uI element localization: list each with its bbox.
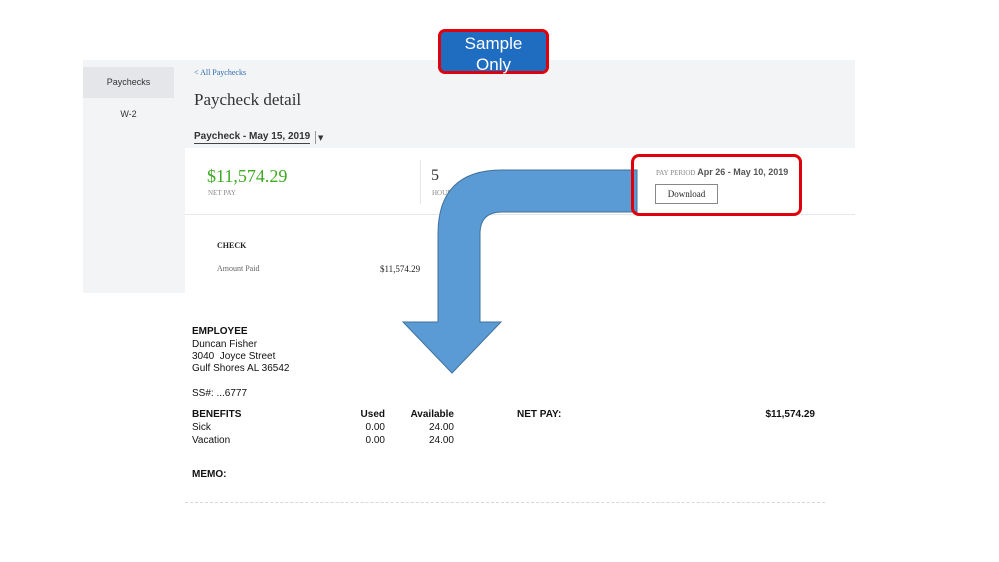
sample-only-badge: Sample Only	[438, 29, 549, 74]
amount-paid-label: Amount Paid	[217, 264, 260, 273]
benefit-available: 24.00	[428, 435, 454, 446]
check-heading: CHECK	[217, 241, 247, 250]
net-pay-label: NET PAY	[208, 189, 236, 197]
badge-line-1: Sample	[464, 34, 523, 53]
ssn: SS#: ...6777	[192, 388, 248, 399]
highlight-box	[631, 154, 802, 216]
summary-divider	[420, 160, 421, 204]
employee-heading: EMPLOYEE	[192, 326, 248, 337]
net-pay-amount: $11,574.29	[207, 166, 288, 186]
sidebar: Paychecks W-2	[83, 60, 185, 293]
page-title: Paycheck detail	[194, 90, 302, 109]
benefit-available: 24.00	[428, 422, 454, 433]
all-paychecks-link[interactable]: < All Paychecks	[194, 68, 246, 77]
paycheck-select[interactable]: Paycheck - May 15, 2019	[194, 131, 311, 144]
select-divider	[315, 131, 316, 144]
amount-paid-value: $11,574.29	[380, 264, 421, 274]
benefit-used: 0.00	[365, 422, 385, 433]
sidebar-item-w2[interactable]: W-2	[83, 105, 174, 123]
used-column-heading: Used	[360, 409, 385, 420]
benefits-heading: BENEFITS	[192, 409, 242, 420]
chevron-down-icon[interactable]: ▼	[318, 131, 323, 145]
employee-name: Duncan Fisher	[192, 339, 258, 350]
available-column-heading: Available	[410, 409, 454, 420]
benefit-name: Vacation	[192, 435, 231, 446]
badge-line-2: Only	[476, 55, 511, 74]
sidebar-item-paychecks[interactable]: Paychecks	[83, 67, 174, 98]
stub-net-pay-label: NET PAY:	[517, 409, 562, 420]
stub-net-pay-value: $11,574.29	[765, 409, 816, 420]
stub-divider	[185, 502, 825, 503]
memo-label: MEMO:	[192, 469, 227, 480]
hours-label: HOURS	[432, 189, 456, 197]
hours-value: 5	[431, 167, 439, 184]
employee-city: Gulf Shores AL 36542	[192, 363, 290, 374]
benefit-name: Sick	[192, 422, 211, 433]
employee-street: 3040 Joyce Street	[192, 351, 276, 362]
benefit-used: 0.00	[365, 435, 385, 446]
